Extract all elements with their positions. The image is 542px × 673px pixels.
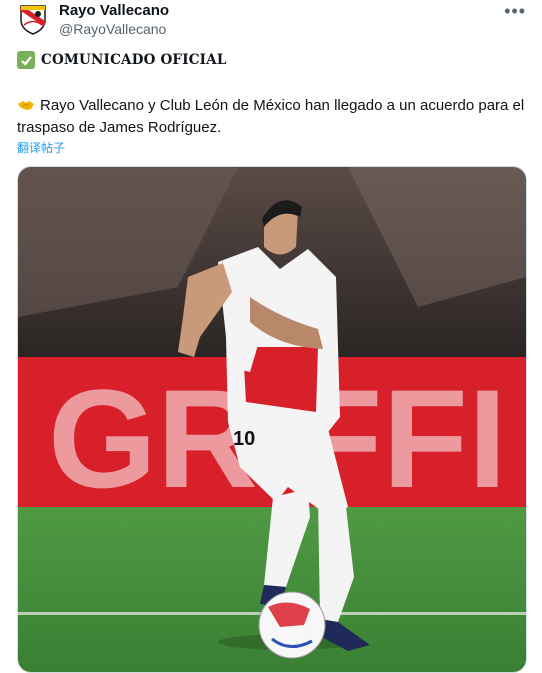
tweet-card: Rayo Vallecano @RayoVallecano ••• COMUNI… <box>0 0 542 673</box>
avatar[interactable] <box>16 2 50 36</box>
post-text: Rayo Vallecano y Club León de México han… <box>17 97 525 136</box>
football <box>258 591 326 659</box>
player-photo: GRIFFI 10 <box>18 167 526 672</box>
handshake-icon <box>18 101 34 110</box>
post-heading: COMUNICADO OFICIAL <box>17 51 227 69</box>
translate-post-link[interactable]: 翻译帖子 <box>17 139 65 156</box>
account-name[interactable]: Rayo Vallecano <box>59 2 169 19</box>
heading-text: COMUNICADO OFICIAL <box>41 52 227 68</box>
more-options-icon[interactable]: ••• <box>504 1 526 22</box>
check-mark-icon <box>17 51 35 69</box>
account-handle[interactable]: @RayoVallecano <box>59 21 166 37</box>
shirt-number: 10 <box>233 428 255 450</box>
club-crest-icon <box>19 5 47 35</box>
post-photo[interactable]: GRIFFI 10 <box>17 166 527 673</box>
post-body: Rayo Vallecano y Club León de México han… <box>17 95 527 139</box>
